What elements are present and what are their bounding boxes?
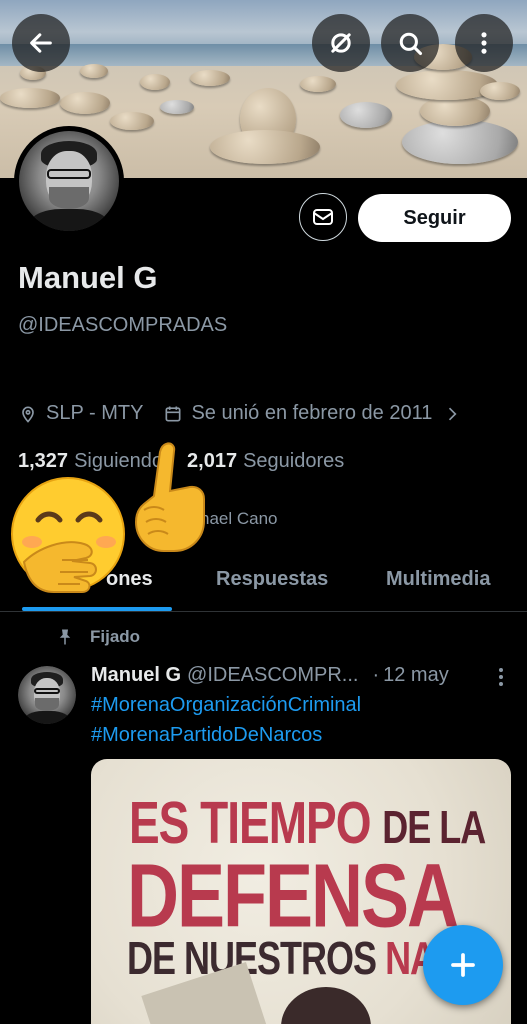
tweet-author-avatar[interactable] (18, 666, 76, 724)
tweet-date[interactable]: 12 may (383, 664, 449, 687)
follow-button[interactable]: Seguir (358, 194, 511, 242)
pointing-up-emoji-icon (134, 442, 205, 552)
search-icon (399, 32, 423, 56)
tweet-avatar-photo (18, 666, 76, 724)
slash-circle-icon (331, 33, 351, 53)
hand-over-mouth-emoji-icon (11, 477, 125, 593)
poster-line-3: DE NUESTROS NAR (127, 931, 461, 985)
calendar-icon (165, 406, 181, 421)
poster-figure (281, 987, 371, 1024)
tweet-author-name[interactable]: Manuel G (91, 664, 181, 687)
pin-icon (59, 629, 71, 645)
tweet-more-icon[interactable] (491, 666, 511, 688)
profile-meta: SLP - MTY Se unió en febrero de 2011 (18, 402, 482, 425)
location: SLP - MTY (18, 402, 143, 425)
grok-button[interactable] (312, 14, 370, 72)
hashtag-link[interactable]: #MorenaOrganizaciónCriminal (91, 694, 361, 717)
more-button[interactable] (455, 14, 513, 72)
pinned-label: Fijado (90, 627, 141, 646)
envelope-icon (313, 209, 333, 225)
back-button[interactable] (12, 14, 70, 72)
tab-replies[interactable]: Respuestas (216, 568, 328, 591)
tweet-author-handle[interactable]: @IDEASCOMPR... (187, 664, 358, 687)
location-text: SLP - MTY (46, 402, 144, 424)
profile-handle: @IDEASCOMPRADAS (18, 314, 228, 336)
tweet-header: Manuel G @IDEASCOMPR... · 12 may (91, 664, 511, 687)
join-date-text: Se unió en febrero de 2011 (191, 402, 433, 424)
following-count[interactable]: 1,327 (18, 450, 68, 473)
more-vertical-icon (481, 32, 487, 54)
followers-label[interactable]: Seguidores (243, 450, 344, 473)
profile-name: Manuel G (18, 260, 158, 295)
hashtag-link[interactable]: #MorenaPartidoDeNarcos (91, 724, 322, 747)
tweet-separator: · (372, 664, 380, 686)
compose-button[interactable] (423, 925, 503, 1005)
message-button[interactable] (299, 193, 347, 241)
search-button[interactable] (381, 14, 439, 72)
pinned-indicator: Fijado (56, 627, 140, 647)
arrow-left-icon (30, 33, 52, 53)
tab-media[interactable]: Multimedia (386, 568, 490, 591)
location-pin-icon (22, 406, 34, 423)
join-date[interactable]: Se unió en febrero de 2011 (163, 402, 462, 425)
profile-avatar[interactable] (14, 126, 124, 236)
chevron-right-icon (449, 407, 457, 420)
plus-icon (451, 953, 475, 977)
avatar-photo (19, 131, 119, 231)
